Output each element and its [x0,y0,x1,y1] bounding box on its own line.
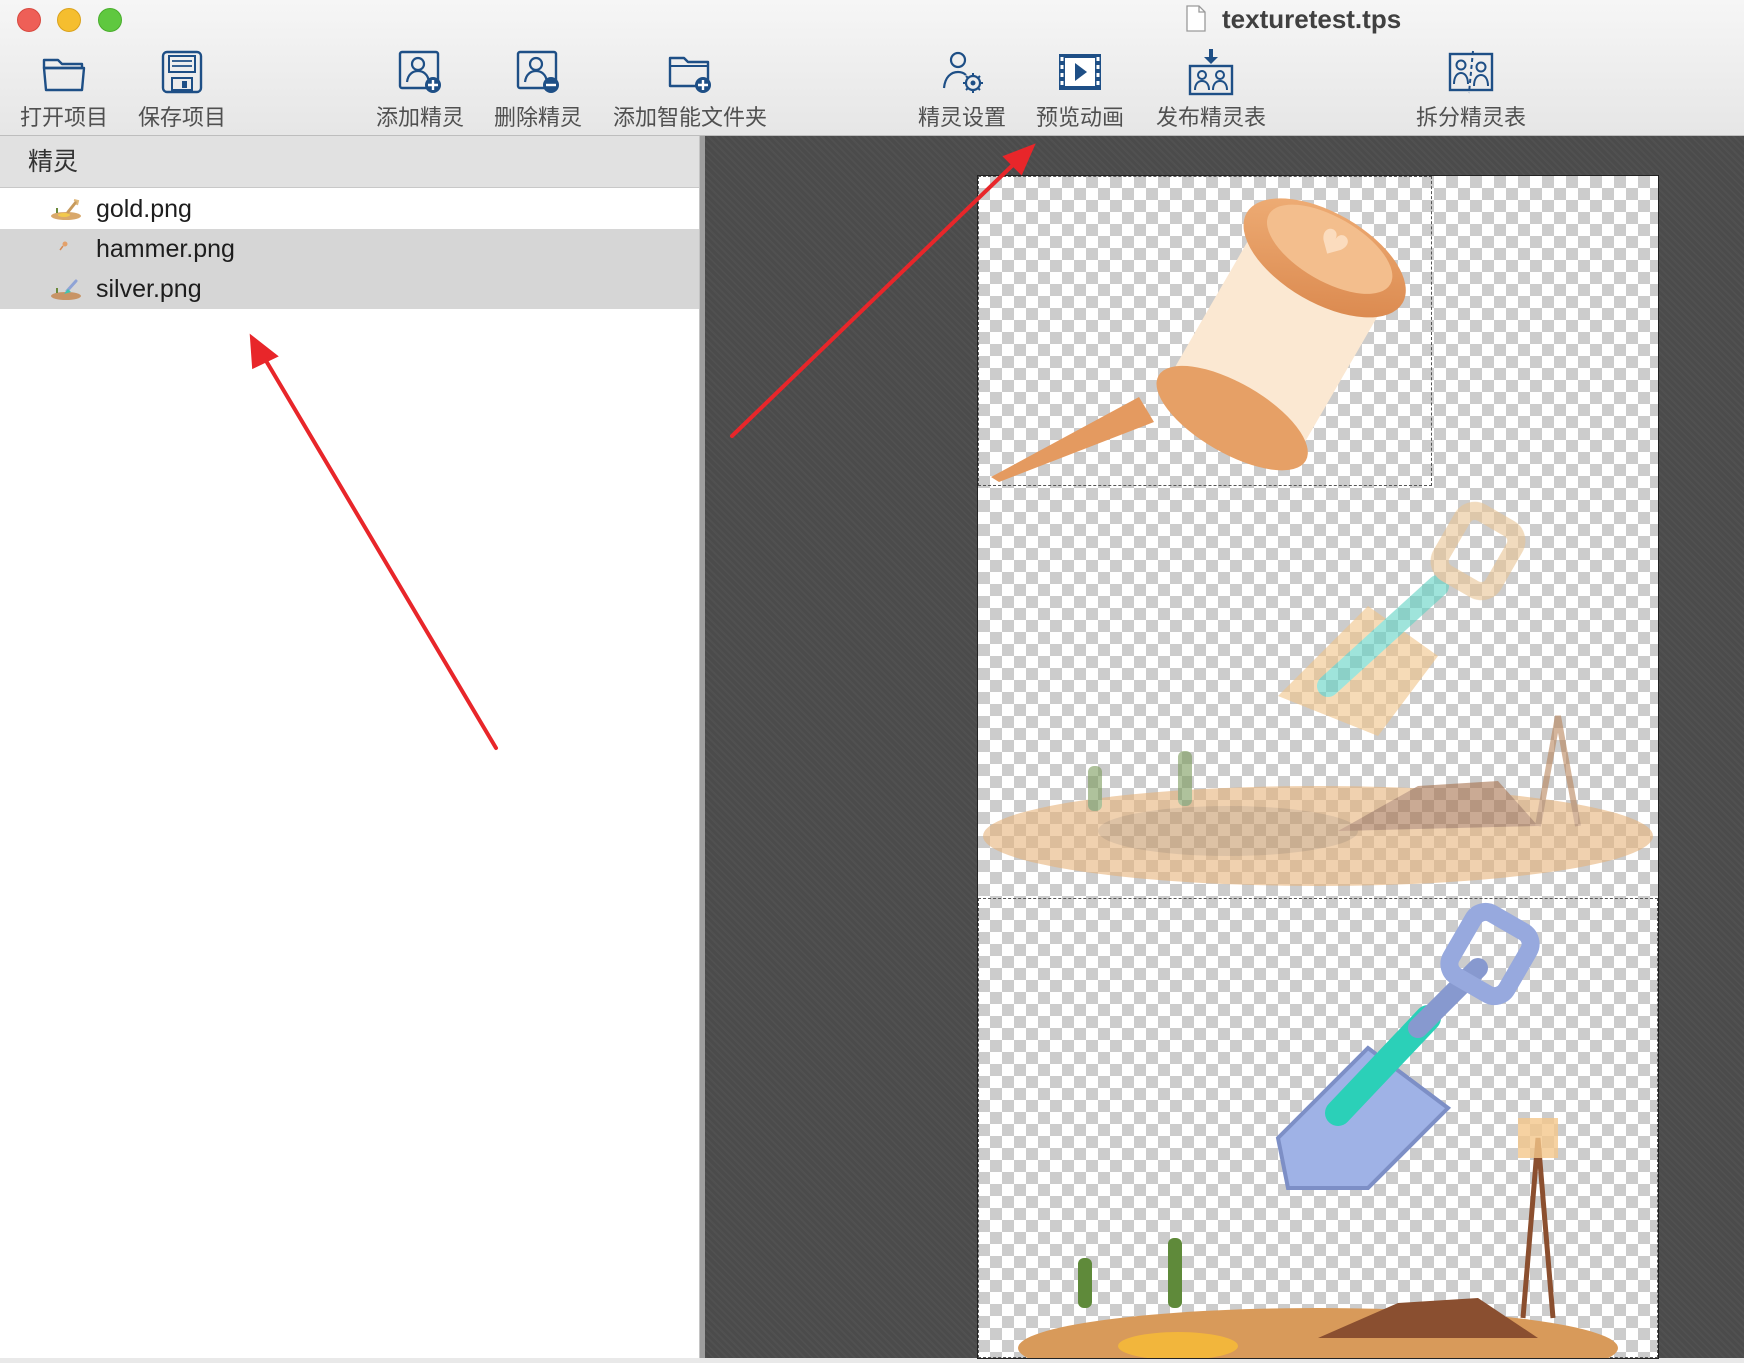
split-spritesheet-label: 拆分精灵表 [1415,106,1526,131]
gold-shovel-sprite[interactable] [978,486,1658,898]
zoom-window-button[interactable] [98,8,122,32]
smart-folder-add-icon [668,56,711,93]
publish-spritesheet-button[interactable]: 发布精灵表 [1150,48,1272,132]
add-sprite-icon [398,50,441,93]
save-project-label: 保存项目 [137,106,226,131]
film-play-icon [1059,54,1101,90]
folder-open-icon [42,58,86,92]
hammer-sprite [991,198,1406,482]
silver-shovel-sprite [978,898,1658,1363]
floppy-save-icon [161,50,203,94]
open-project-label: 打开项目 [19,106,108,131]
sprite-item-label: silver.png [96,275,202,303]
hammer-thumb-icon [59,241,68,251]
sprite-frame-hammer[interactable] [978,176,1432,486]
sprites-panel: 精灵 gold.png hammer.png silver.png [0,136,700,1358]
window-title: texturetest.tps [1222,4,1402,34]
sprite-list: gold.png hammer.png silver.png [0,188,699,309]
add-smart-folder-label: 添加智能文件夹 [612,106,767,131]
preview-animation-button[interactable]: 预览动画 [1030,48,1130,132]
sprite-settings-icon [942,51,983,93]
close-window-button[interactable] [17,8,41,32]
sprite-item-hammer[interactable]: hammer.png [0,229,699,269]
sprite-settings-button[interactable]: 精灵设置 [912,48,1012,132]
open-project-button[interactable]: 打开项目 [14,48,114,132]
split-spritesheet-icon [1448,50,1494,94]
minimize-window-button[interactable] [57,8,81,32]
publish-spritesheet-label: 发布精灵表 [1155,106,1266,131]
sprite-item-label: gold.png [96,195,192,223]
sprite-sheet-canvas[interactable] [705,136,1744,1363]
silver-thumb-icon [51,279,81,300]
gold-shovel-art [983,501,1653,886]
sprite-item-silver[interactable]: silver.png [0,269,699,309]
remove-sprite-button[interactable]: 删除精灵 [488,48,588,132]
add-smart-folder-button[interactable]: 添加智能文件夹 [608,48,772,132]
sprite-sheet [977,175,1659,1363]
gold-thumb-icon [51,199,81,220]
split-spritesheet-button[interactable]: 拆分精灵表 [1410,48,1532,132]
sprite-item-label: hammer.png [96,235,235,263]
publish-download-icon [1188,49,1234,96]
sprite-settings-label: 精灵设置 [917,106,1006,131]
sprite-item-gold[interactable]: gold.png [0,189,699,229]
preview-animation-label: 预览动画 [1035,106,1124,131]
remove-sprite-label: 删除精灵 [493,106,582,131]
sprites-panel-header: 精灵 [0,136,699,188]
remove-sprite-icon [516,50,559,93]
toolbar: texturetest.tps 打开项目 保存项目 添加精灵 删除精灵 添加智能… [0,0,1744,136]
save-project-button[interactable]: 保存项目 [132,48,232,132]
silver-shovel-art [1018,902,1618,1363]
document-icon [1186,5,1206,32]
add-sprite-button[interactable]: 添加精灵 [370,48,470,132]
add-sprite-label: 添加精灵 [375,106,464,131]
